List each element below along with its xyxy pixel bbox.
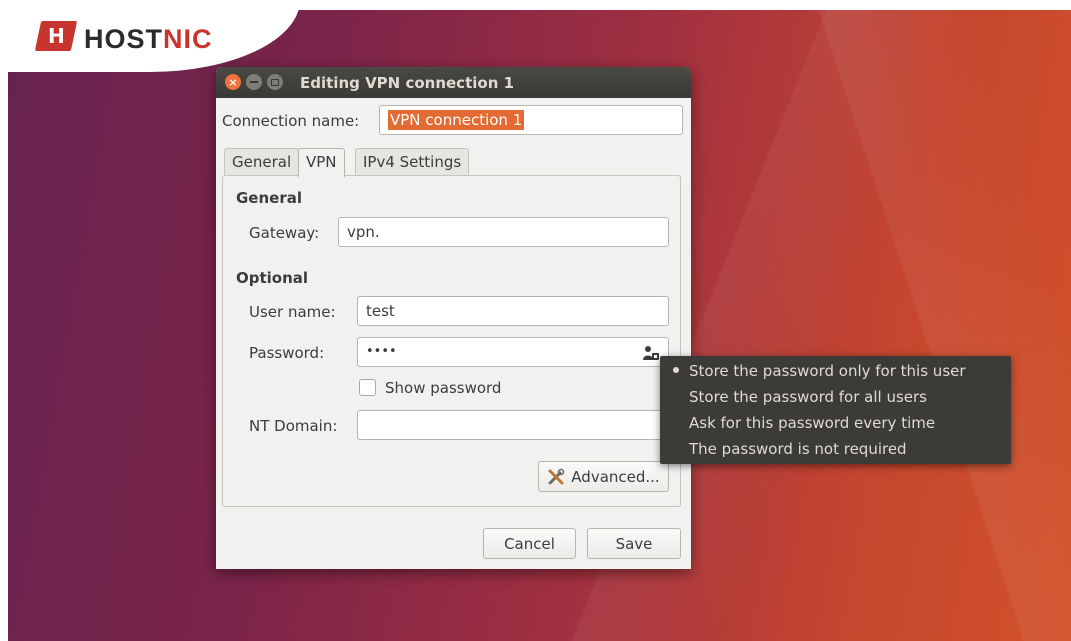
logo-suffix: NIC [163, 24, 213, 54]
menu-item-not-required[interactable]: The password is not required [689, 440, 907, 458]
tab-ipv4-settings[interactable]: IPv4 Settings [355, 148, 470, 175]
password-value: •••• [366, 344, 397, 359]
user-lock-icon[interactable] [642, 345, 660, 361]
show-password-checkbox[interactable] [359, 379, 376, 396]
password-label: Password: [249, 344, 325, 362]
cancel-button[interactable]: Cancel [483, 528, 576, 559]
advanced-button-label: Advanced... [571, 467, 660, 486]
close-window-button[interactable]: × [225, 74, 241, 90]
general-heading: General [236, 189, 302, 207]
maximize-window-button[interactable] [267, 74, 283, 90]
password-storage-menu: Store the password only for this user St… [660, 356, 1011, 464]
nt-domain-input[interactable] [357, 410, 669, 440]
connection-name-label: Connection name: [222, 112, 360, 130]
gateway-input[interactable]: vpn. [338, 217, 669, 247]
minimize-window-button[interactable] [246, 74, 262, 90]
menu-item-store-this-user[interactable]: Store the password only for this user [689, 362, 966, 380]
connection-name-value: VPN connection 1 [388, 110, 525, 130]
tools-icon [548, 468, 565, 484]
advanced-button[interactable]: Advanced... [538, 461, 669, 492]
logo-prefix: HOST [84, 24, 164, 54]
tab-vpn[interactable]: VPN [298, 148, 345, 177]
window-titlebar[interactable]: × Editing VPN connection 1 [216, 67, 691, 98]
window-title: Editing VPN connection 1 [300, 74, 515, 92]
selected-bullet-icon [673, 367, 679, 373]
save-button[interactable]: Save [587, 528, 681, 559]
username-label: User name: [249, 303, 336, 321]
menu-item-store-all-users[interactable]: Store the password for all users [689, 388, 927, 406]
vpn-editor-window: × Editing VPN connection 1 Connection na… [216, 67, 691, 569]
menu-item-ask-every-time[interactable]: Ask for this password every time [689, 414, 935, 432]
brand-logo: HOSTNIC [84, 24, 213, 55]
optional-heading: Optional [236, 269, 309, 287]
show-password-label[interactable]: Show password [385, 379, 501, 397]
username-input[interactable]: test [357, 296, 669, 326]
logo-mark-icon: H [34, 21, 78, 51]
gateway-label: Gateway: [249, 224, 320, 242]
connection-name-input[interactable]: VPN connection 1 [379, 105, 683, 135]
password-input[interactable]: •••• [357, 337, 669, 367]
tab-general[interactable]: General [224, 148, 300, 175]
nt-domain-label: NT Domain: [249, 417, 338, 435]
